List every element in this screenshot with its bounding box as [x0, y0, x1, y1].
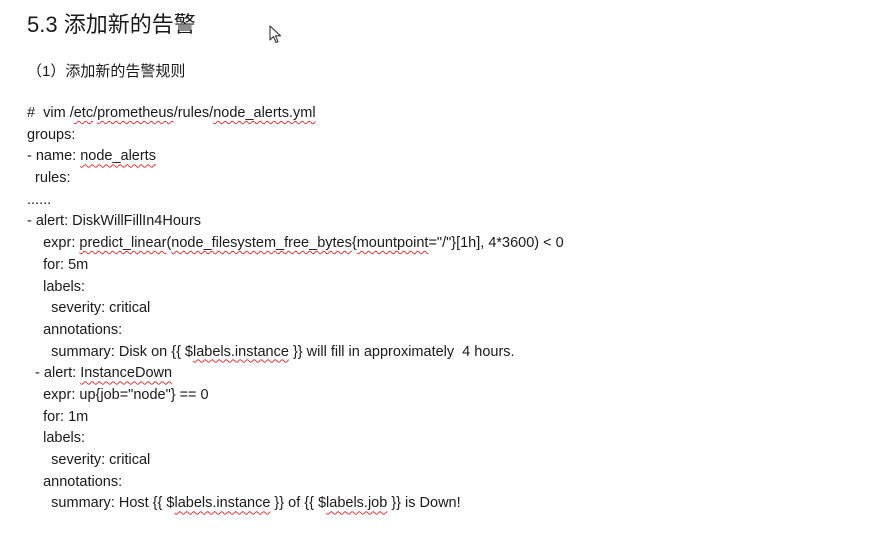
- code-line: annotations:: [27, 321, 123, 338]
- code-line: - name: node_alerts: [27, 148, 156, 165]
- mouse-pointer-icon: [269, 25, 282, 44]
- code-line: annotations:: [27, 473, 123, 490]
- document-page: 5.3 添加新的告警 （1）添加新的告警规则 # vim /etc/promet…: [0, 0, 886, 542]
- code-line: severity: critical: [27, 300, 151, 317]
- code-line: rules:: [27, 170, 71, 187]
- subsection-heading: （1）添加新的告警规则: [27, 63, 186, 80]
- code-line: expr: predict_linear(node_filesystem_fre…: [27, 235, 564, 252]
- code-line: # vim /etc/prometheus/rules/node_alerts.…: [27, 105, 316, 121]
- code-line: ......: [27, 191, 52, 208]
- code-line: for: 1m: [27, 408, 89, 425]
- code-line: summary: Disk on {{ $labels.instance }} …: [27, 343, 515, 360]
- code-line: - alert: InstanceDown: [27, 365, 173, 382]
- code-line: labels:: [27, 430, 86, 447]
- code-line: expr: up{job="node"} == 0: [27, 386, 209, 403]
- code-line: labels:: [27, 278, 86, 295]
- code-line: groups:: [27, 126, 76, 143]
- code-block: # vim /etc/prometheus/rules/node_alerts.…: [27, 103, 564, 515]
- code-line: severity: critical: [27, 452, 151, 468]
- code-line: summary: Host {{ $labels.instance }} of …: [27, 495, 461, 512]
- code-line: for: 5m: [27, 256, 89, 273]
- code-line: - alert: DiskWillFillIn4Hours: [27, 213, 202, 230]
- section-title: 添加新的告警: [63, 12, 196, 37]
- section-number: 5.3: [27, 12, 58, 37]
- section-heading: 5.3 添加新的告警: [27, 10, 196, 40]
